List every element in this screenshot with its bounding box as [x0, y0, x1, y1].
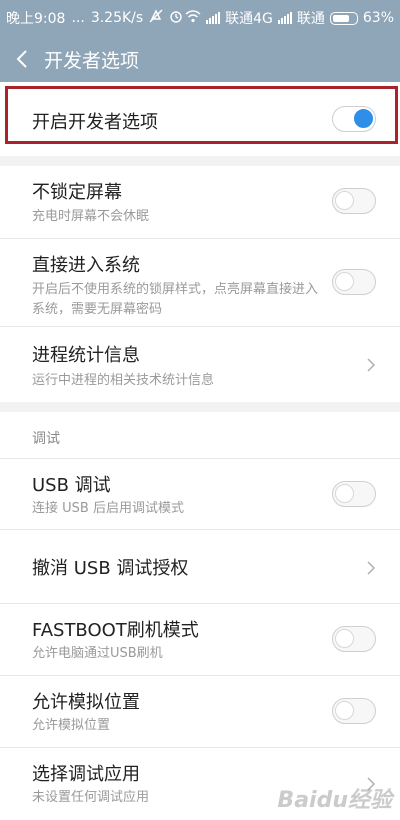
item-subtitle: 开启后不使用系统的锁屏样式，点亮屏幕直接进入系统，需要无屏幕密码: [32, 282, 319, 317]
battery-icon: [329, 11, 358, 25]
carrier-1: 联通4G: [225, 11, 273, 27]
battery-percent: 63%: [362, 10, 394, 26]
item-subtitle: 允许模拟位置: [32, 718, 111, 733]
master-toggle-label: 开启开发者选项: [32, 112, 158, 133]
app-bar: 开发者选项: [0, 36, 400, 82]
wifi-icon: [185, 9, 201, 27]
chevron-right-icon: [367, 561, 376, 575]
toggle-knob: [354, 109, 373, 128]
notification-mute-icon: [149, 9, 163, 27]
list-item[interactable]: USB 调试 连接 USB 后启用调试模式: [0, 458, 400, 530]
item-title: 直接进入系统: [32, 255, 140, 276]
page-title: 开发者选项: [44, 49, 140, 72]
usb-debugging-toggle[interactable]: [332, 481, 376, 507]
status-dots: ...: [71, 10, 85, 26]
list-item[interactable]: 不锁定屏幕 充电时屏幕不会休眠: [0, 166, 400, 239]
master-toggle-row[interactable]: 开启开发者选项: [0, 82, 400, 156]
status-bar: 晚上9:08 ... 3.25K/s 联通4G 联通 63%: [0, 0, 400, 36]
list-item[interactable]: 允许模拟位置 允许模拟位置: [0, 676, 400, 748]
item-subtitle: 充电时屏幕不会休眠: [32, 209, 150, 224]
chevron-right-icon: [367, 358, 376, 372]
mock-location-toggle[interactable]: [332, 698, 376, 724]
signal-icon: [206, 12, 221, 24]
list-item[interactable]: 进程统计信息 运行中进程的相关技术统计信息: [0, 327, 400, 402]
toggle-knob: [335, 191, 354, 210]
item-title: 选择调试应用: [32, 764, 140, 785]
list-item[interactable]: 撤消 USB 调试授权: [0, 530, 400, 604]
toggle-knob: [335, 629, 354, 648]
back-button[interactable]: [0, 36, 44, 82]
item-title: 进程统计信息: [32, 345, 140, 366]
skip-lockscreen-toggle[interactable]: [332, 269, 376, 295]
keep-screen-on-toggle[interactable]: [332, 188, 376, 214]
list-item[interactable]: FASTBOOT刷机模式 允许电脑通过USB刷机: [0, 604, 400, 676]
status-time: 晚上9:08: [6, 11, 66, 27]
network-speed: 3.25K/s: [90, 10, 144, 26]
section-label-debug: 调试: [32, 431, 60, 447]
master-toggle-card: 开启开发者选项: [0, 82, 400, 156]
item-subtitle: 运行中进程的相关技术统计信息: [32, 373, 215, 388]
toggle-knob: [335, 272, 354, 291]
item-title: 不锁定屏幕: [32, 182, 122, 203]
toggle-knob: [335, 701, 354, 720]
item-subtitle: 允许电脑通过USB刷机: [32, 646, 163, 661]
alarm-icon: [169, 9, 183, 27]
item-title: 允许模拟位置: [32, 692, 140, 713]
item-title: 撤消 USB 调试授权: [32, 558, 189, 579]
toggle-knob: [335, 484, 354, 503]
watermark: Baidu经验: [277, 788, 392, 813]
signal-icon-2: [277, 12, 292, 24]
item-title: FASTBOOT刷机模式: [32, 620, 199, 641]
fastboot-toggle[interactable]: [332, 626, 376, 652]
chevron-left-icon: [16, 50, 27, 68]
item-title: USB 调试: [32, 475, 111, 496]
settings-card-1: 不锁定屏幕 充电时屏幕不会休眠 直接进入系统 开启后不使用系统的锁屏样式，点亮屏…: [0, 166, 400, 402]
carrier-2: 联通: [296, 11, 325, 27]
settings-card-debug: 调试 USB 调试 连接 USB 后启用调试模式 撤消 USB 调试授权 FAS…: [0, 412, 400, 820]
item-subtitle: 连接 USB 后启用调试模式: [32, 501, 184, 516]
list-item[interactable]: 直接进入系统 开启后不使用系统的锁屏样式，点亮屏幕直接进入系统，需要无屏幕密码: [0, 239, 400, 327]
developer-options-toggle[interactable]: [332, 106, 376, 132]
